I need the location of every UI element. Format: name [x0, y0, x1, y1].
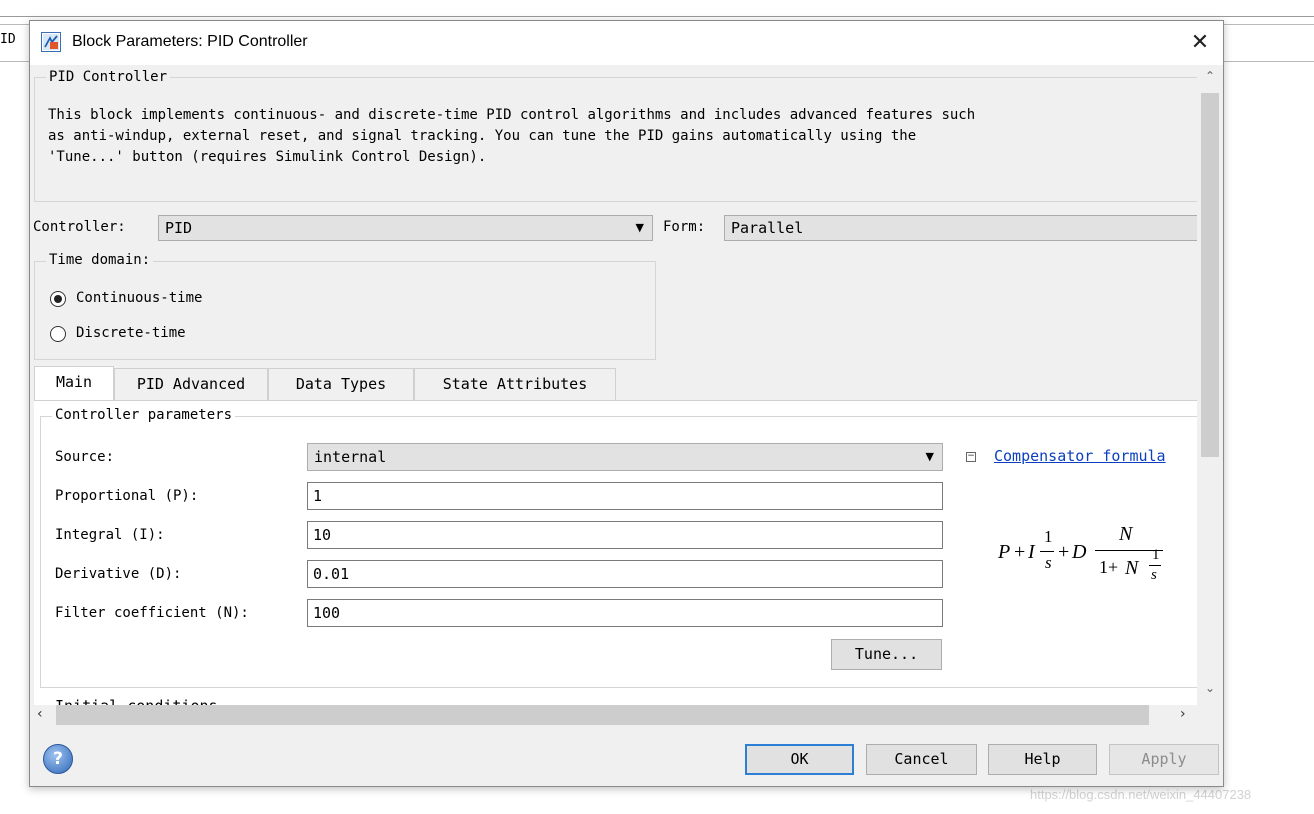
description-line-1: This block implements continuous- and di… [48, 107, 976, 123]
derivative-field[interactable]: 0.01 [307, 560, 943, 588]
simulink-block-icon [41, 32, 61, 52]
scroll-up-icon[interactable]: ⌃ [1205, 69, 1215, 83]
source-value: internal [314, 448, 387, 466]
time-domain-label: Time domain: [46, 252, 154, 268]
controller-parameters-legend: Controller parameters [52, 407, 236, 423]
compensator-formula: P + I 1 s + D N 1+ N 1 s [998, 523, 1178, 607]
dialog-title: Block Parameters: PID Controller [72, 33, 308, 50]
discrete-time-label[interactable]: Discrete-time [76, 325, 186, 341]
block-name-label: PID Controller [46, 69, 171, 85]
tab-main[interactable]: Main [34, 366, 114, 400]
integral-field[interactable]: 10 [307, 521, 943, 549]
horizontal-scrollbar[interactable]: ‹ › [30, 705, 1197, 725]
title-bar[interactable]: Block Parameters: PID Controller ✕ [30, 21, 1223, 65]
form-select[interactable]: Parallel [724, 215, 1197, 241]
initial-conditions-legend: Initial conditions [52, 697, 221, 705]
controller-select[interactable]: PID ▼ [158, 215, 653, 241]
filter-coefficient-field[interactable]: 100 [307, 599, 943, 627]
tab-data-types[interactable]: Data Types [268, 368, 414, 400]
watermark: https://blog.csdn.net/weixin_44407238 [1030, 787, 1252, 802]
form-label: Form: [663, 219, 706, 235]
continuous-time-radio[interactable] [50, 291, 66, 307]
tune-button[interactable]: Tune... [831, 639, 942, 670]
proportional-label: Proportional (P): [55, 488, 199, 504]
block-parameters-dialog: Block Parameters: PID Controller ✕ PID C… [29, 20, 1224, 787]
filter-coefficient-label: Filter coefficient (N): [55, 605, 249, 621]
radio-selected-dot [54, 295, 62, 303]
source-select[interactable]: internal ▼ [307, 443, 943, 471]
proportional-field[interactable]: 1 [307, 482, 943, 510]
background-field-label: ID [0, 32, 16, 47]
controller-label: Controller: [33, 219, 126, 235]
tab-state-attributes[interactable]: State Attributes [414, 368, 616, 400]
background-divider [0, 16, 1314, 17]
integral-label: Integral (I): [55, 527, 165, 543]
collapse-icon[interactable]: − [966, 452, 976, 462]
vertical-scroll-thumb[interactable] [1201, 93, 1219, 457]
derivative-label: Derivative (D): [55, 566, 182, 582]
controller-value: PID [165, 219, 193, 237]
dialog-content: PID Controller This block implements con… [30, 65, 1197, 705]
apply-button[interactable]: Apply [1109, 744, 1219, 775]
help-icon[interactable]: ? [43, 744, 73, 774]
description-line-3: 'Tune...' button (requires Simulink Cont… [48, 149, 487, 165]
dropdown-arrow-icon: ▼ [925, 450, 934, 463]
close-icon[interactable]: ✕ [1177, 21, 1223, 65]
scroll-right-icon[interactable]: › [1180, 706, 1186, 722]
help-button[interactable]: Help [988, 744, 1097, 775]
description-line-2: as anti-windup, external reset, and sign… [48, 128, 917, 144]
horizontal-scroll-thumb[interactable] [56, 705, 1149, 725]
vertical-scrollbar[interactable]: ⌃ ⌄ [1197, 65, 1223, 705]
block-description: This block implements continuous- and di… [48, 105, 975, 168]
continuous-time-label[interactable]: Continuous-time [76, 290, 202, 306]
ok-button[interactable]: OK [745, 744, 854, 775]
scroll-left-icon[interactable]: ‹ [37, 706, 43, 722]
tab-pid-advanced[interactable]: PID Advanced [114, 368, 268, 400]
dropdown-arrow-icon: ▼ [635, 221, 644, 234]
scroll-down-icon[interactable]: ⌄ [1205, 681, 1215, 695]
discrete-time-radio[interactable] [50, 326, 66, 342]
cancel-button[interactable]: Cancel [866, 744, 977, 775]
source-label: Source: [55, 449, 115, 465]
time-domain-group [34, 261, 656, 360]
form-value: Parallel [731, 219, 804, 237]
compensator-formula-link[interactable]: Compensator formula [994, 447, 1166, 465]
